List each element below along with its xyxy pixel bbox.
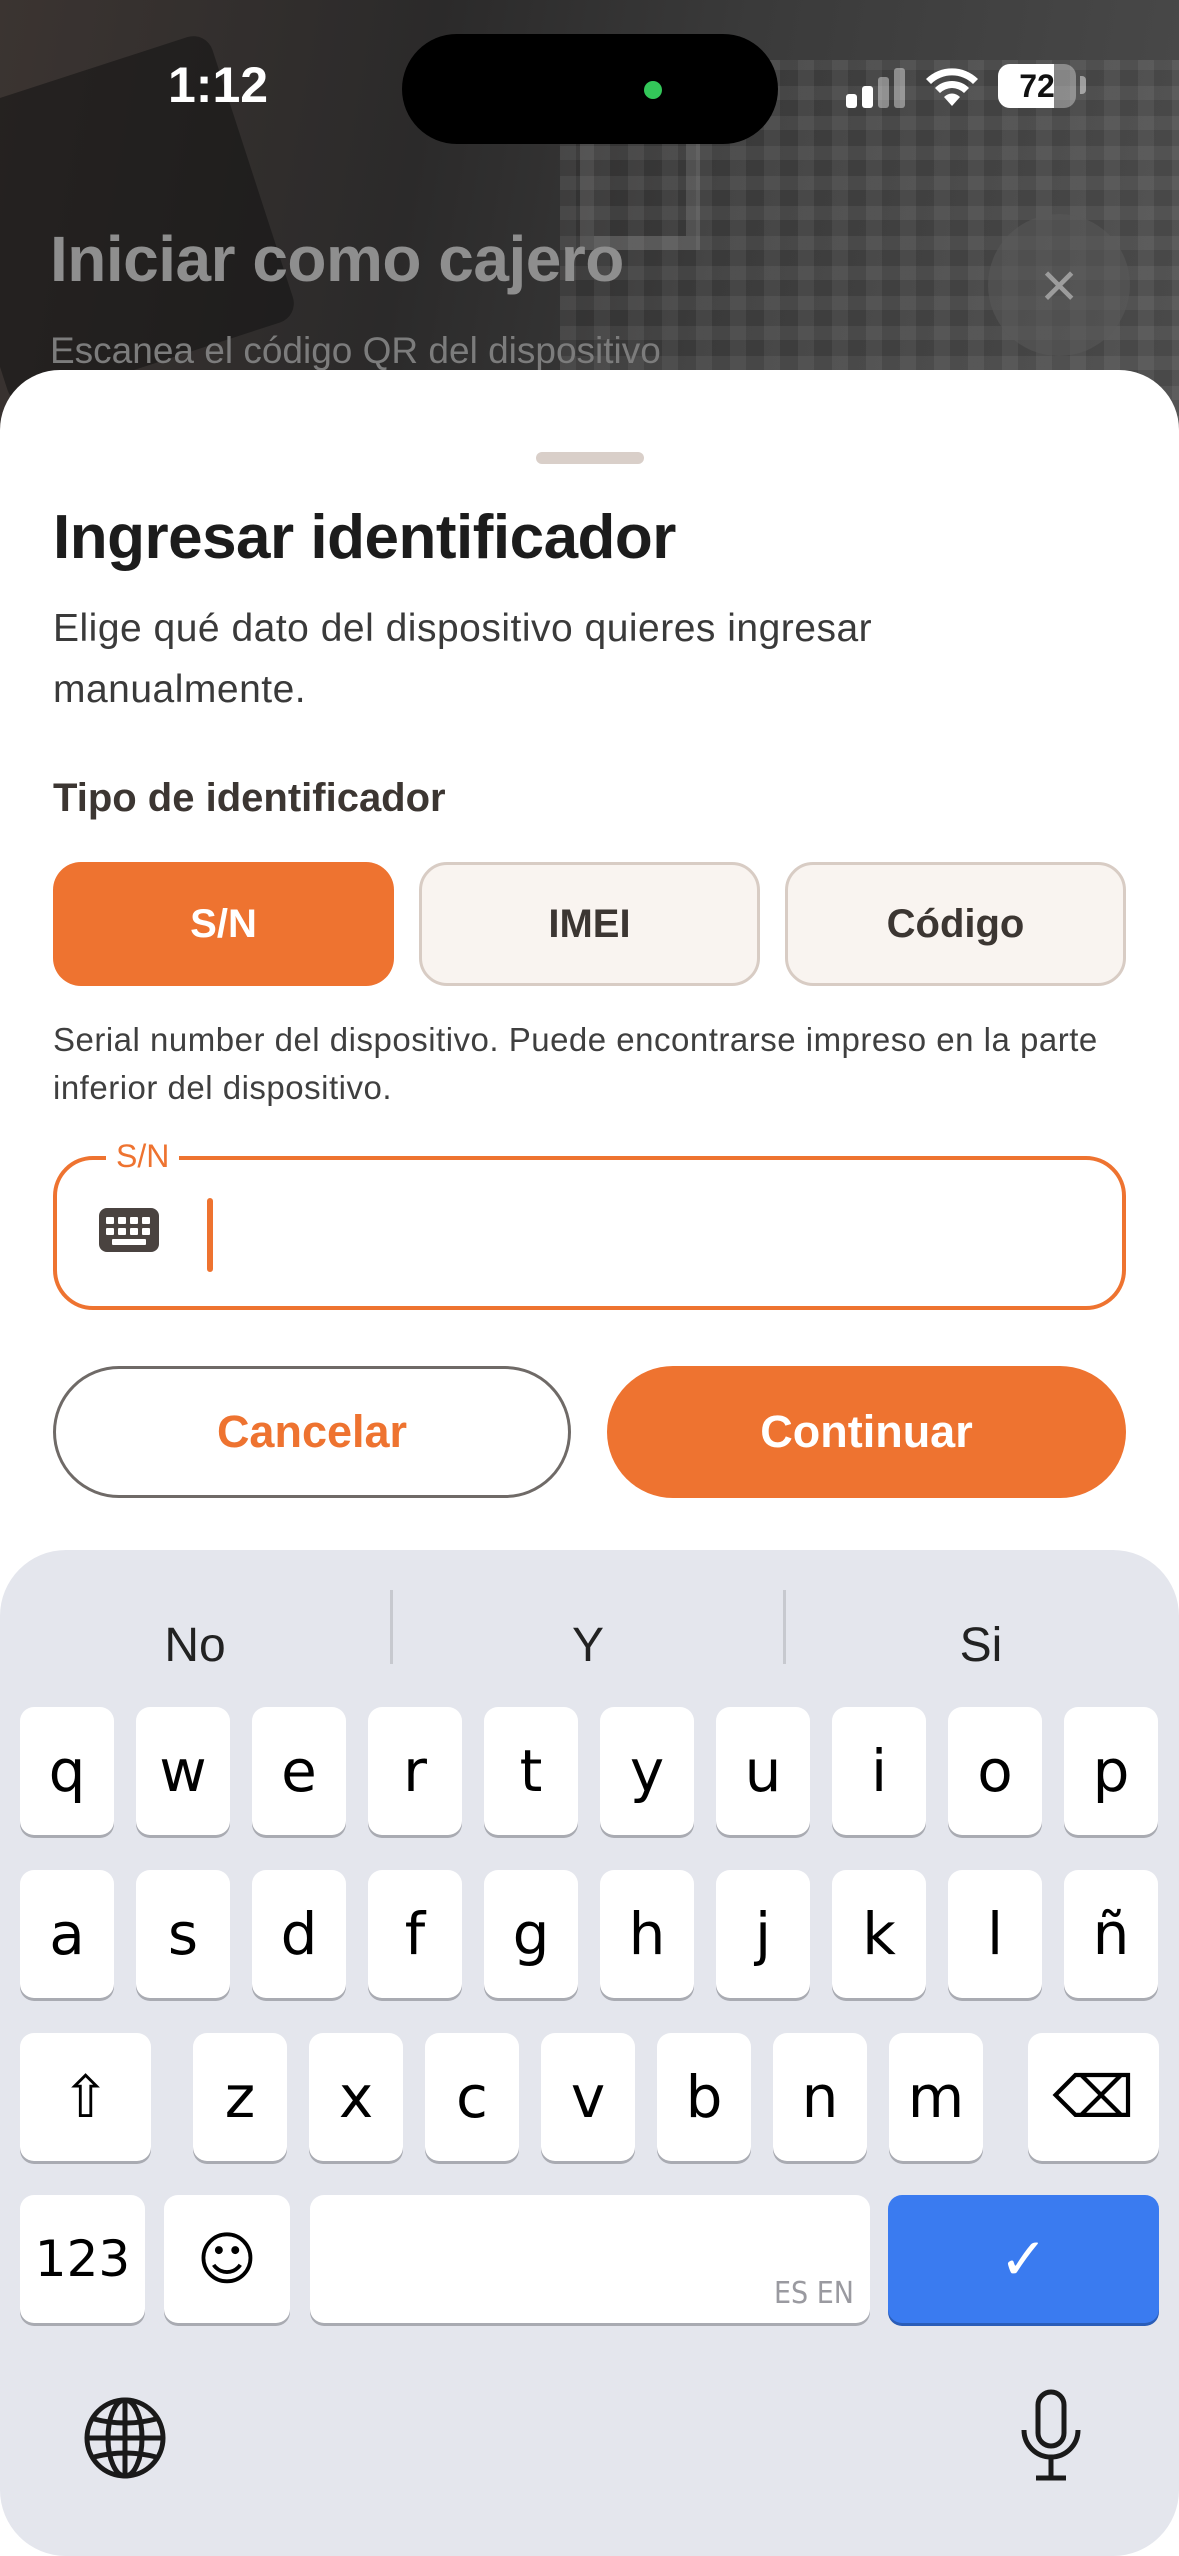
key-b[interactable]: b — [657, 2033, 751, 2161]
camera-active-dot — [644, 81, 662, 99]
microphone-icon[interactable] — [1016, 2388, 1086, 2484]
key-r[interactable]: r — [368, 1707, 462, 1835]
sheet-drag-handle[interactable] — [536, 452, 644, 464]
key-c[interactable]: c — [425, 2033, 519, 2161]
key-t[interactable]: t — [484, 1707, 578, 1835]
battery-icon: 72 — [998, 64, 1076, 108]
segment-imei[interactable]: IMEI — [419, 862, 760, 986]
key-k[interactable]: k — [832, 1870, 926, 1998]
status-time: 1:12 — [168, 57, 269, 113]
confirm-key[interactable]: ✓ — [888, 2195, 1159, 2323]
key-s[interactable]: s — [136, 1870, 230, 1998]
key-d[interactable]: d — [252, 1870, 346, 1998]
continue-button[interactable]: Continuar — [607, 1366, 1126, 1498]
suggestion-y[interactable]: Y — [393, 1600, 783, 1690]
key-i[interactable]: i — [832, 1707, 926, 1835]
key-a[interactable]: a — [20, 1870, 114, 1998]
space-key[interactable]: ES EN — [310, 2195, 870, 2323]
key-w[interactable]: w — [136, 1707, 230, 1835]
text-caret — [207, 1198, 213, 1272]
dynamic-island — [402, 34, 778, 144]
signal-icon — [846, 66, 906, 108]
key-y[interactable]: y — [600, 1707, 694, 1835]
keyboard-icon — [99, 1208, 159, 1252]
suggestion-si[interactable]: Si — [786, 1600, 1176, 1690]
key-z[interactable]: z — [193, 2033, 287, 2161]
key-ñ[interactable]: ñ — [1064, 1870, 1158, 1998]
key-h[interactable]: h — [600, 1870, 694, 1998]
shift-key[interactable]: ⇧ — [20, 2033, 151, 2161]
key-n[interactable]: n — [773, 2033, 867, 2161]
key-o[interactable]: o — [948, 1707, 1042, 1835]
sn-field-label: S/N — [106, 1138, 180, 1175]
cancel-button[interactable]: Cancelar — [53, 1366, 571, 1498]
segment-sn[interactable]: S/N — [53, 862, 394, 986]
key-q[interactable]: q — [20, 1707, 114, 1835]
identifier-type-label: Tipo de identificador — [53, 776, 446, 820]
segment-codigo[interactable]: Código — [785, 862, 1126, 986]
wifi-icon — [926, 68, 978, 106]
key-e[interactable]: e — [252, 1707, 346, 1835]
status-bar: 1:12 72 — [0, 0, 1179, 170]
background-subtitle: Escanea el código QR del dispositivo — [50, 330, 661, 371]
delete-key[interactable]: ⌫ — [1028, 2033, 1159, 2161]
sheet-description: Elige qué dato del dispositivo quieres i… — [53, 607, 873, 711]
key-l[interactable]: l — [948, 1870, 1042, 1998]
background-title: Iniciar como cajero — [50, 223, 624, 295]
key-p[interactable]: p — [1064, 1707, 1158, 1835]
battery-tip — [1080, 76, 1086, 94]
emoji-key[interactable]: ☺ — [164, 2195, 290, 2323]
battery-percentage: 72 — [1019, 67, 1055, 104]
space-language-label: ES EN — [774, 2276, 854, 2311]
key-v[interactable]: v — [541, 2033, 635, 2161]
key-g[interactable]: g — [484, 1870, 578, 1998]
close-icon[interactable]: × — [988, 214, 1130, 356]
key-j[interactable]: j — [716, 1870, 810, 1998]
key-f[interactable]: f — [368, 1870, 462, 1998]
key-m[interactable]: m — [889, 2033, 983, 2161]
globe-icon[interactable] — [82, 2395, 168, 2481]
helper-text: Serial number del dispositivo. Puede enc… — [53, 1021, 1098, 1106]
suggestion-no[interactable]: No — [0, 1600, 390, 1690]
key-u[interactable]: u — [716, 1707, 810, 1835]
numbers-key[interactable]: 123 — [20, 2195, 145, 2323]
system-keyboard: No Y Si ⇧ ⌫ 123 ☺ ES EN ✓ qwertyuiop asdf… — [0, 1550, 1179, 2556]
sn-input[interactable] — [53, 1156, 1126, 1310]
key-x[interactable]: x — [309, 2033, 403, 2161]
sheet-title: Ingresar identificador — [53, 503, 676, 572]
